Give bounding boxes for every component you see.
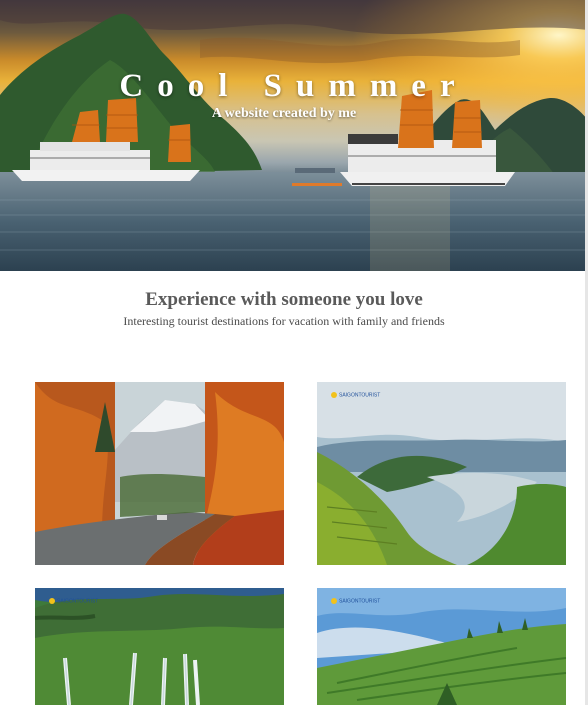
logo-dot-icon: [331, 392, 337, 398]
intro-section: Experience with someone you love Interes…: [0, 289, 568, 329]
waterfall-image: [35, 588, 284, 705]
river-valley-image: [317, 382, 566, 565]
hero-subtitle: A website created by me: [211, 106, 357, 121]
tea-plantation-image: [317, 588, 566, 705]
hero-image: [0, 0, 588, 271]
watermark-logo: SAIGONTOURIST: [331, 598, 380, 604]
section-subheading: Interesting tourist destinations for vac…: [123, 314, 445, 328]
watermark-logo: SAIGONTOURIST: [49, 598, 98, 604]
autumn-road-image: [35, 382, 284, 565]
watermark-logo: SAIGONTOURIST: [331, 392, 380, 398]
gallery-card-waterfall[interactable]: SAIGONTOURIST: [35, 588, 284, 705]
gallery-card-autumn-road[interactable]: [35, 382, 284, 565]
gallery-card-river-valley[interactable]: SAIGONTOURIST: [317, 382, 566, 565]
section-heading: Experience with someone you love: [145, 289, 423, 310]
gallery-card-tea-plantation[interactable]: SAIGONTOURIST: [317, 588, 566, 705]
hero-title: Cool Summer: [119, 68, 469, 104]
logo-dot-icon: [49, 598, 55, 604]
logo-dot-icon: [331, 598, 337, 604]
hero-banner: Cool Summer A website created by me: [0, 0, 588, 271]
